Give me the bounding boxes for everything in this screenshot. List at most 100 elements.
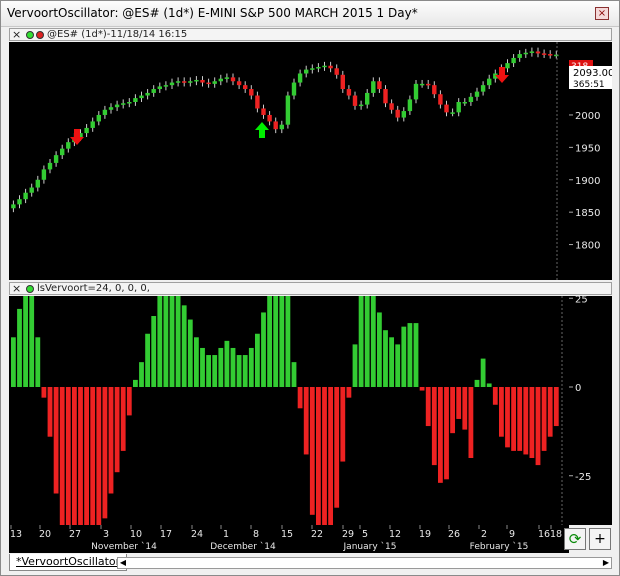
candle-body xyxy=(163,85,169,87)
osc-bar xyxy=(90,387,96,572)
status-green-icon xyxy=(26,285,34,293)
candle-body xyxy=(206,82,211,85)
osc-bar xyxy=(511,387,516,451)
price-plot[interactable] xyxy=(9,42,569,280)
osc-bar xyxy=(126,387,132,416)
price-tick-label: 1900 xyxy=(575,176,600,187)
candle-body xyxy=(23,192,28,200)
candle-body xyxy=(334,68,339,75)
horizontal-scrollbar[interactable]: ◀ ▶ xyxy=(117,557,612,569)
candle-body xyxy=(438,94,443,105)
osc-axis[interactable]: 250-25-50 xyxy=(569,294,612,572)
osc-bar xyxy=(474,379,480,387)
osc-bar xyxy=(212,355,218,387)
osc-bar xyxy=(65,387,71,565)
osc-bar xyxy=(303,387,309,455)
osc-bar xyxy=(23,294,28,387)
candle-body xyxy=(267,114,272,122)
day-label: 5 xyxy=(362,529,368,540)
osc-bar xyxy=(340,387,346,462)
osc-axis-labels: 250-25-50 xyxy=(569,294,591,572)
candle-body xyxy=(188,81,193,83)
osc-bar xyxy=(352,344,358,387)
osc-bar xyxy=(468,387,474,458)
candle-body xyxy=(236,81,242,86)
candle-body xyxy=(273,121,278,130)
osc-bar xyxy=(480,358,486,387)
candle-body xyxy=(450,112,455,114)
candle-body xyxy=(145,92,150,96)
close-pane-icon[interactable]: × xyxy=(12,282,21,295)
scroll-right-icon[interactable]: ▶ xyxy=(601,558,611,568)
osc-bar xyxy=(553,387,559,427)
osc-bar xyxy=(181,305,187,387)
osc-bar xyxy=(535,387,541,466)
osc-bar xyxy=(505,387,510,448)
refresh-button[interactable]: ⟳ xyxy=(564,528,586,550)
osc-bar xyxy=(297,387,303,409)
month-label: February `15 xyxy=(470,541,529,552)
time-axis[interactable]: 13 20 27 3 10 17 24 1 8 15 22 29 5 12 19 26 2 9 16 18 Novemb… xyxy=(9,525,569,553)
add-button[interactable]: + xyxy=(589,528,611,550)
osc-bar xyxy=(389,337,394,387)
candlestick-chart xyxy=(11,42,559,280)
candle-body xyxy=(371,81,376,93)
candle-body xyxy=(291,82,297,96)
candle-body xyxy=(212,81,217,84)
scroll-left-icon[interactable]: ◀ xyxy=(118,558,128,568)
osc-bar xyxy=(78,387,83,576)
osc-bar xyxy=(84,387,89,576)
candle-body xyxy=(389,103,394,110)
candle-body xyxy=(456,102,461,113)
buy-arrow-icon xyxy=(255,122,269,138)
close-pane-icon[interactable]: × xyxy=(12,28,21,41)
candle-body xyxy=(505,63,510,69)
price-pane-label: @ES# (1d*)-11/18/14 16:15 xyxy=(47,29,188,40)
tab-vervoort-oscillator[interactable]: *VervoortOscillator xyxy=(9,554,128,571)
day-label: 20 xyxy=(39,529,51,540)
osc-bar xyxy=(364,255,370,387)
osc-bar xyxy=(267,284,272,387)
candle-body xyxy=(35,179,40,188)
price-axis[interactable]: 1800185019001950200020503182093.00365:51 xyxy=(569,42,614,280)
candle-body xyxy=(108,107,114,110)
day-label: 19 xyxy=(419,529,431,540)
candle-body xyxy=(480,85,486,92)
osc-bar xyxy=(492,387,498,405)
osc-bar xyxy=(358,287,364,387)
osc-bar xyxy=(517,387,523,451)
osc-bar xyxy=(370,284,376,387)
osc-plot[interactable] xyxy=(9,255,569,576)
osc-bar xyxy=(328,387,333,537)
month-label: January `15 xyxy=(343,541,397,552)
osc-bar xyxy=(450,387,455,434)
osc-bar xyxy=(175,294,181,387)
osc-tick-label: 0 xyxy=(575,383,581,394)
candle-body xyxy=(114,104,120,108)
candle-body xyxy=(139,95,144,99)
sell-arrow-icon xyxy=(495,67,509,83)
title-bar[interactable]: VervoortOscillator: @ES# (1d*) E-MINI S&… xyxy=(1,1,619,27)
candle-body xyxy=(230,77,236,82)
osc-bar xyxy=(59,387,65,537)
candle-body xyxy=(11,204,16,209)
osc-bar xyxy=(114,387,120,473)
osc-bar xyxy=(206,355,211,387)
close-button[interactable]: × xyxy=(595,7,609,20)
osc-pane-label: lsVervoort=24, 0, 0, 0, xyxy=(37,283,150,294)
osc-bar xyxy=(145,333,150,387)
candle-body xyxy=(462,102,467,104)
candle-body xyxy=(47,162,53,170)
candle-body xyxy=(346,89,352,96)
osc-pane-header: × lsVervoort=24, 0, 0, 0, xyxy=(9,282,612,295)
price-tick-label: 1950 xyxy=(575,143,600,154)
time-axis-labels: 13 20 27 3 10 17 24 1 8 15 22 29 5 12 19 26 2 9 16 18Novemb… xyxy=(10,525,562,552)
month-label: December `14 xyxy=(210,541,276,552)
osc-bar xyxy=(230,347,236,387)
candle-body xyxy=(529,51,535,53)
candle-body xyxy=(548,54,553,56)
osc-bar xyxy=(47,387,53,437)
candle-body xyxy=(261,108,266,115)
day-label: 17 xyxy=(160,529,172,540)
day-label: 12 xyxy=(389,529,401,540)
